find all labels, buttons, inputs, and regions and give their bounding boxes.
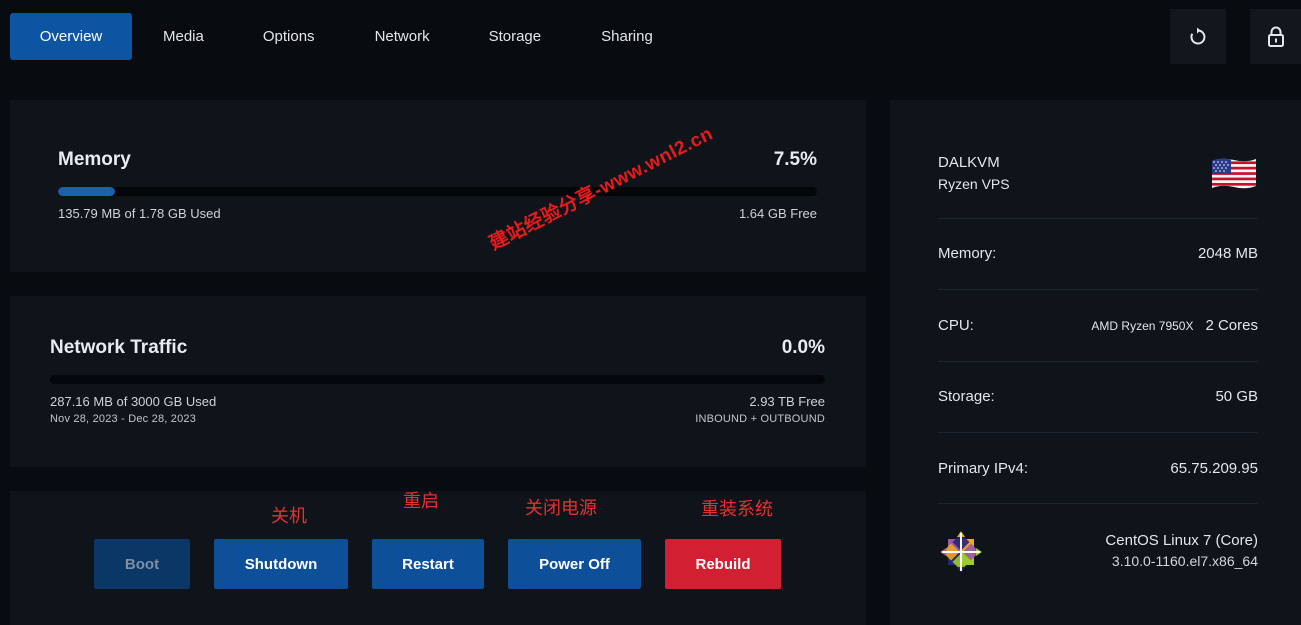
network-direction: INBOUND + OUTBOUND <box>695 413 825 425</box>
server-name: DALKVM <box>938 154 1000 171</box>
tab-media[interactable]: Media <box>163 13 204 60</box>
rebuild-annotation: 重装系统 <box>701 499 773 519</box>
memory-card: Memory 7.5% 135.79 MB of 1.78 GB Used 1.… <box>10 100 866 272</box>
memory-percent: 7.5% <box>773 149 817 170</box>
divider <box>938 218 1258 219</box>
cpu-cores: 2 Cores <box>1205 317 1258 334</box>
centos-logo-icon <box>940 531 982 573</box>
boot-button[interactable]: Boot <box>94 539 190 589</box>
tab-overview[interactable]: Overview <box>10 13 132 60</box>
memory-label: Memory: <box>938 245 997 262</box>
power-off-annotation: 关闭电源 <box>525 498 597 518</box>
memory-bar <box>58 187 817 196</box>
cpu-label: CPU: <box>938 317 974 334</box>
divider <box>938 503 1258 504</box>
power-off-button[interactable]: Power Off <box>508 539 641 589</box>
network-period: Nov 28, 2023 - Dec 28, 2023 <box>50 413 197 425</box>
tab-network[interactable]: Network <box>375 13 430 60</box>
tab-options[interactable]: Options <box>263 13 315 60</box>
network-card: Network Traffic 0.0% 287.16 MB of 3000 G… <box>10 296 866 467</box>
memory-value: 2048 MB <box>1197 245 1258 262</box>
storage-value: 50 GB <box>1215 388 1258 405</box>
restart-button[interactable]: Restart <box>372 539 484 589</box>
lock-icon <box>1267 26 1284 47</box>
ipv4-label: Primary IPv4: <box>938 460 1029 477</box>
network-used: 287.16 MB of 3000 GB Used <box>50 394 217 409</box>
tab-bar: Overview Media Options Network Storage S… <box>10 13 653 60</box>
shutdown-button[interactable]: Shutdown <box>214 539 348 589</box>
memory-used: 135.79 MB of 1.78 GB Used <box>58 206 221 221</box>
cpu-model: AMD Ryzen 7950X <box>1091 319 1194 333</box>
network-title: Network Traffic <box>50 337 188 358</box>
divider <box>938 289 1258 290</box>
network-percent: 0.0% <box>781 337 825 358</box>
tab-sharing[interactable]: Sharing <box>601 13 653 60</box>
tab-storage[interactable]: Storage <box>489 13 542 60</box>
memory-free: 1.64 GB Free <box>738 206 817 221</box>
memory-bar-fill <box>58 187 115 196</box>
network-free: 2.93 TB Free <box>749 394 825 409</box>
divider <box>938 361 1258 362</box>
shutdown-annotation: 关机 <box>271 506 307 526</box>
server-plan: Ryzen VPS <box>938 176 1010 192</box>
refresh-icon <box>1190 27 1206 44</box>
divider <box>938 432 1258 433</box>
storage-label: Storage: <box>938 388 995 405</box>
rebuild-button[interactable]: Rebuild <box>665 539 781 589</box>
restart-annotation: 重启 <box>403 491 439 511</box>
refresh-button[interactable] <box>1170 9 1226 64</box>
os-kernel: 3.10.0-1160.el7.x86_64 <box>1111 553 1258 569</box>
network-bar <box>50 375 825 384</box>
lock-button[interactable] <box>1250 9 1301 64</box>
cpu-value: AMD Ryzen 7950X 2 Cores <box>1091 317 1258 334</box>
ipv4-value: 65.75.209.95 <box>1170 460 1258 477</box>
memory-title: Memory <box>58 149 131 170</box>
os-name: CentOS Linux 7 (Core) <box>1105 532 1258 549</box>
us-flag-icon <box>1212 158 1256 189</box>
